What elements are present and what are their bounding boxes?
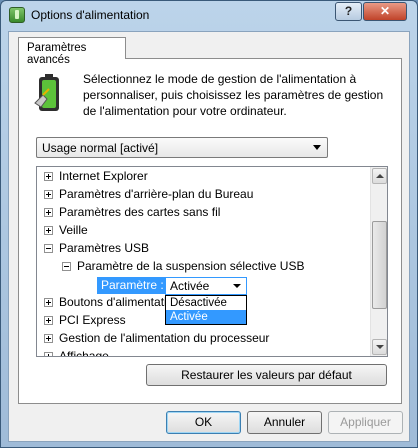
restore-defaults-button[interactable]: Restaurer les valeurs par défaut	[146, 364, 387, 386]
settings-tree[interactable]: Internet Explorer Paramètres d'arrière-p…	[36, 166, 388, 357]
scroll-thumb[interactable]	[372, 221, 387, 309]
setting-value: Activée	[170, 279, 210, 293]
window-title: Options d'alimentation	[31, 8, 150, 22]
apply-button[interactable]: Appliquer	[328, 411, 403, 434]
power-plan-value: Usage normal [activé]	[42, 141, 159, 155]
expand-plus-icon[interactable]	[44, 298, 53, 307]
chevron-down-icon	[233, 284, 241, 288]
tab-advanced-settings[interactable]: Paramètres avancés	[18, 37, 126, 66]
help-button[interactable]: ?	[335, 2, 362, 21]
cancel-button[interactable]: Annuler	[247, 411, 322, 434]
dialog-client: Paramètres avancés Sélectionnez le mode …	[8, 31, 410, 442]
option-disabled[interactable]: Désactivée	[166, 296, 246, 310]
power-options-window: Options d'alimentation ? ✕ Paramètres av…	[0, 0, 418, 448]
setting-label: Paramètre :	[97, 277, 165, 294]
power-plan-select[interactable]: Usage normal [activé]	[36, 137, 328, 158]
collapse-minus-icon[interactable]	[62, 262, 71, 271]
expand-plus-icon[interactable]	[44, 226, 53, 235]
scroll-up-arrow-icon[interactable]	[372, 168, 387, 184]
expand-plus-icon[interactable]	[44, 352, 53, 356]
setting-dropdown-list[interactable]: Désactivée Activée	[165, 295, 247, 325]
collapse-minus-icon[interactable]	[44, 244, 53, 253]
close-button[interactable]: ✕	[363, 2, 407, 21]
tree-scrollbar[interactable]	[370, 167, 387, 356]
description-text: Sélectionnez le mode de gestion de l'ali…	[83, 72, 384, 118]
scroll-down-arrow-icon[interactable]	[372, 339, 387, 355]
expand-plus-icon[interactable]	[44, 316, 53, 325]
expand-plus-icon[interactable]	[44, 334, 53, 343]
expand-plus-icon[interactable]	[44, 190, 53, 199]
power-options-icon	[9, 7, 25, 23]
chevron-down-icon	[313, 145, 321, 150]
setting-value-select[interactable]: Activée	[165, 277, 247, 295]
ok-button[interactable]: OK	[166, 411, 241, 434]
expand-plus-icon[interactable]	[44, 208, 53, 217]
expand-plus-icon[interactable]	[44, 172, 53, 181]
option-enabled[interactable]: Activée	[166, 310, 246, 324]
advanced-settings-panel: Sélectionnez le mode de gestion de l'ali…	[18, 58, 402, 404]
title-bar[interactable]: Options d'alimentation ? ✕	[1, 1, 417, 31]
battery-plug-icon	[34, 74, 59, 111]
